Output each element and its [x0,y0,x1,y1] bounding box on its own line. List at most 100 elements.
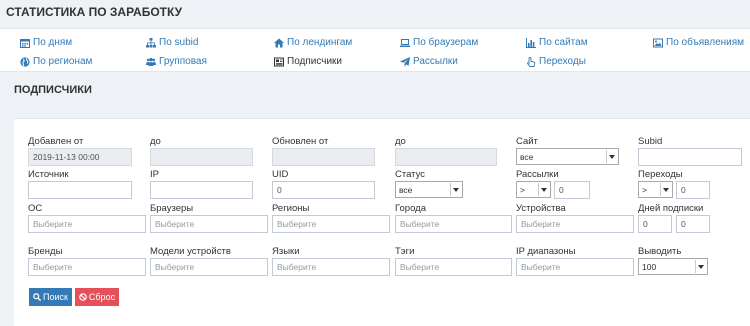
languages-multiselect[interactable]: Выберите [272,258,390,276]
nav-by-browsers[interactable]: По браузерам [400,37,478,48]
clicks-label: Переходы [638,169,683,180]
chevron-down-icon [606,150,617,163]
device-models-label: Модели устройств [150,246,231,257]
search-button[interactable]: Поиск [29,288,72,306]
section-title: Подписчики [14,84,92,96]
ip-ranges-multiselect[interactable]: Выберите [516,258,634,276]
subid-input[interactable] [638,148,742,166]
added-to-input[interactable] [150,148,253,166]
device-models-multiselect[interactable]: Выберите [150,258,268,276]
chevron-down-icon [450,183,461,196]
nav-subscribers[interactable]: Подписчики [274,56,342,67]
report-nav: По дням По subid По лендингам По браузер… [0,28,750,72]
mailings-value-input[interactable]: 0 [554,181,590,199]
nav-by-subid[interactable]: По subid [146,37,198,48]
status-select[interactable]: все [395,181,463,198]
brands-multiselect[interactable]: Выберите [28,258,146,276]
nav-label: По браузерам [413,37,479,48]
nav-label: Переходы [539,56,586,67]
search-button-label: Поиск [43,292,68,302]
clicks-value-input[interactable]: 0 [676,181,710,199]
os-multiselect[interactable]: Выберите [28,215,146,233]
mailings-label: Рассылки [516,169,559,180]
added-from-input[interactable]: 2019-11-13 00:00 [28,148,132,166]
nav-by-landings[interactable]: По лендингам [274,37,352,48]
devices-label: Устройства [516,203,566,214]
browsers-multiselect[interactable]: Выберите [150,215,268,233]
mailings-operator-value: > [520,184,525,195]
browsers-label: Браузеры [150,203,194,214]
added-from-label: Добавлен от [28,136,84,147]
nav-grouped[interactable]: Групповая [146,56,207,67]
updated-to-label: до [395,136,406,147]
nav-by-ads[interactable]: По объявлениям [653,37,744,48]
uid-input[interactable]: 0 [272,181,375,199]
newspaper-icon [274,57,284,66]
status-select-value: все [399,184,413,195]
tags-label: Тэги [395,246,415,257]
chevron-down-icon [660,183,671,196]
chevron-down-icon [695,260,706,273]
nav-label: По объявлениям [666,37,745,48]
ban-icon [79,293,87,301]
devices-multiselect[interactable]: Выберите [516,215,634,233]
cities-multiselect[interactable]: Выберите [395,215,512,233]
site-select[interactable]: все [516,148,619,165]
users-icon [146,57,156,66]
sub-days-from-input[interactable]: 0 [638,215,672,233]
globe-icon [20,56,30,67]
source-input[interactable] [28,181,132,199]
nav-label: Групповая [159,56,207,67]
updated-from-input[interactable] [272,148,375,166]
nav-by-days[interactable]: По дням [20,37,72,48]
nav-label: Рассылки [413,56,458,67]
nav-label: По сайтам [539,37,588,48]
nav-mailings[interactable]: Рассылки [400,56,458,67]
site-label: Сайт [516,136,538,147]
tags-multiselect[interactable]: Выберите [395,258,512,276]
calendar-icon [20,38,30,48]
nav-label: По лендингам [287,37,353,48]
ip-input[interactable] [150,181,253,199]
nav-by-regions[interactable]: По регионам [20,56,92,67]
home-icon [274,38,284,47]
site-select-value: все [520,151,534,162]
updated-from-label: Обновлен от [272,136,329,147]
laptop-icon [400,38,410,47]
search-icon [33,293,42,301]
image-icon [653,38,663,47]
sub-days-label: Дней подписки [638,203,704,214]
os-label: ОС [28,203,43,214]
ip-ranges-label: IP диапазоны [516,246,576,257]
uid-label: UID [272,169,289,180]
output-label: Выводить [638,246,682,257]
source-label: Источник [28,169,69,180]
reset-button-label: Сброс [88,292,116,302]
brands-label: Бренды [28,246,63,257]
output-select-value: 100 [642,261,657,272]
nav-label: По дням [33,37,73,48]
added-to-label: до [150,136,161,147]
regions-label: Регионы [272,203,310,214]
send-icon [400,56,410,67]
sitemap-icon [146,37,156,47]
bar-chart-icon [526,37,536,48]
reset-button[interactable]: Сброс [75,288,119,306]
subid-label: Subid [638,136,663,147]
nav-clicks[interactable]: Переходы [526,56,586,67]
nav-by-sites[interactable]: По сайтам [526,37,588,48]
languages-label: Языки [272,246,300,257]
cities-label: Города [395,203,426,214]
clicks-operator-select[interactable]: > [638,181,673,198]
nav-label: Подписчики [287,56,343,67]
ip-label: IP [150,169,159,180]
nav-label: По регионам [33,56,93,67]
chevron-down-icon [538,183,549,196]
mailings-operator-select[interactable]: > [516,181,551,198]
sub-days-to-input[interactable]: 0 [676,215,710,233]
pointer-icon [527,56,536,67]
status-label: Статус [395,169,426,180]
updated-to-input[interactable] [395,148,497,166]
output-select[interactable]: 100 [638,258,708,275]
regions-multiselect[interactable]: Выберите [272,215,390,233]
